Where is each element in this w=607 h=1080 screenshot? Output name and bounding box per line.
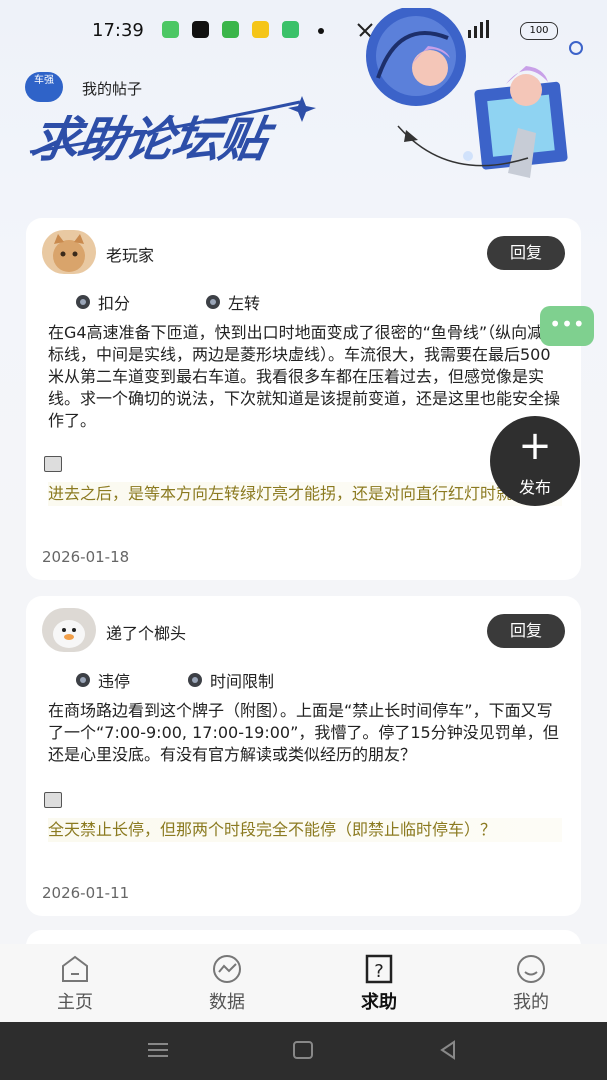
menu-icon[interactable] — [144, 1038, 172, 1062]
more-options-button[interactable]: ••• — [540, 306, 594, 346]
tiktok-icon — [192, 21, 209, 38]
yellow-app-icon — [252, 21, 269, 38]
post-tag[interactable]: 扣分 — [76, 290, 130, 314]
tag-icon — [76, 673, 90, 687]
tab-profile[interactable]: 我的 — [481, 944, 581, 1022]
post-body: 在商场路边看到这个牌子（附图）。上面是“禁止长时间停车”，下面又写了一个“7:0… — [48, 701, 559, 764]
notification-dot-icon — [318, 28, 324, 34]
post-tag[interactable]: 时间限制 — [188, 668, 274, 692]
post-card[interactable]: 老玩家 回复 扣分 左转 在G4高速准备下匝道，快到出口时地面变成了很密的“鱼骨… — [26, 218, 581, 580]
home-icon — [62, 955, 88, 982]
publish-label: 发布 — [518, 478, 551, 497]
wechat-icon — [162, 21, 179, 38]
post-tag[interactable]: 左转 — [206, 290, 260, 314]
tab-home[interactable]: 主页 — [25, 944, 125, 1022]
tag-label: 左转 — [228, 294, 261, 313]
image-attachment-icon[interactable] — [44, 792, 62, 808]
post-date: 2026-01-11 — [42, 884, 130, 902]
profile-icon — [517, 955, 545, 983]
tag-label: 违停 — [98, 672, 131, 691]
reply-button[interactable]: 回复 — [487, 614, 565, 648]
tag-label: 扣分 — [98, 294, 131, 313]
user-avatar[interactable] — [42, 608, 96, 652]
post-date: 2026-01-18 — [42, 548, 130, 566]
tab-data[interactable]: 数据 — [177, 944, 277, 1022]
system-nav-bar — [0, 1022, 607, 1080]
plus-icon: + — [518, 423, 552, 469]
post-card[interactable]: 递了个榔头 回复 违停 时间限制 在商场路边看到这个牌子（附图）。上面是“禁止长… — [26, 596, 581, 916]
tag-icon — [188, 673, 202, 687]
reply-button[interactable]: 回复 — [487, 236, 565, 270]
user-avatar[interactable] — [42, 230, 96, 274]
publish-button[interactable]: + 发布 — [490, 416, 580, 506]
tab-label: 我的 — [513, 992, 549, 1013]
post-body: 在G4高速准备下匝道，快到出口时地面变成了很密的“鱼骨线”（纵向减速标线，中间是… — [48, 323, 561, 430]
post-tag[interactable]: 违停 — [76, 668, 130, 692]
phone-app-icon — [282, 21, 299, 38]
image-attachment-icon[interactable] — [44, 456, 62, 472]
tab-label: 主页 — [57, 992, 93, 1013]
tab-help[interactable]: ? 求助 — [329, 944, 429, 1022]
back-icon[interactable] — [434, 1038, 462, 1062]
post-username: 老玩家 — [106, 246, 155, 265]
page-title: 求助论坛贴 — [26, 112, 272, 168]
status-time: 17:39 — [92, 20, 144, 41]
tab-label: 数据 — [209, 992, 245, 1013]
tag-icon — [206, 295, 220, 309]
post-username: 递了个榔头 — [106, 624, 187, 643]
tag-label: 时间限制 — [210, 672, 275, 691]
hero-illustration — [366, 8, 583, 178]
question-icon: ? — [365, 954, 393, 984]
tab-label: 求助 — [361, 992, 397, 1013]
chart-icon — [213, 955, 241, 983]
post-answer: 进去之后，是等本方向左转绿灯亮才能拐，还是对向直行红灯时就能拐？ — [48, 482, 562, 506]
home-nav-icon[interactable] — [289, 1038, 317, 1062]
bottom-tab-bar: 主页 数据 ? 求助 我的 — [0, 944, 607, 1022]
post-answer: 全天禁止长停，但那两个时段完全不能停（即禁止临时停车）？ — [48, 818, 562, 842]
tag-icon — [76, 295, 90, 309]
shield-app-icon — [222, 21, 239, 38]
svg-text:?: ? — [374, 961, 384, 982]
